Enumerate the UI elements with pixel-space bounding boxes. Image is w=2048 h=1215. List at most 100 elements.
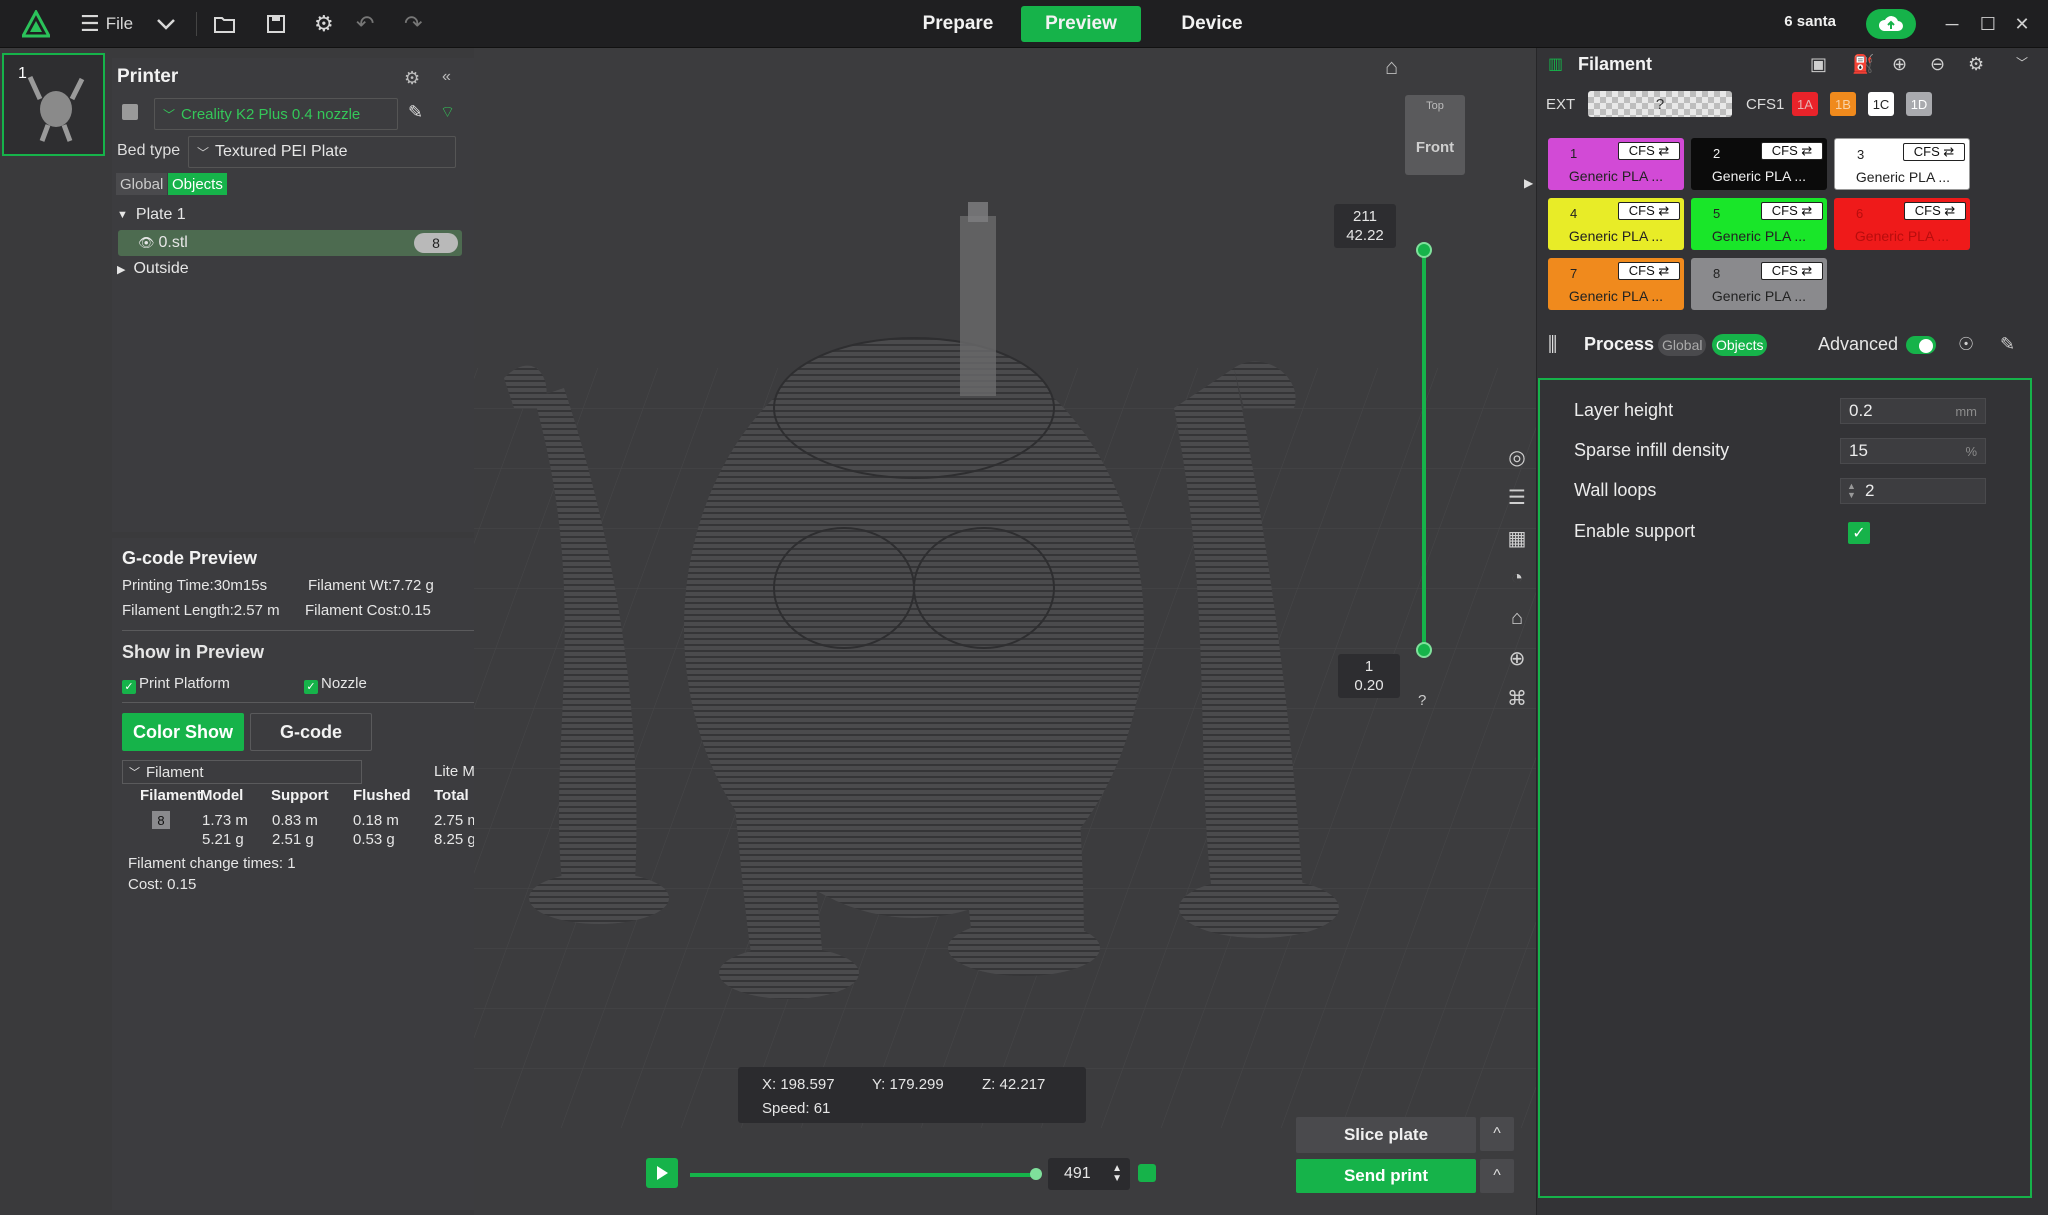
move-number-input[interactable]: 491 ▲ ▼ bbox=[1048, 1158, 1130, 1190]
user-name[interactable]: 6 santa bbox=[1784, 13, 1836, 30]
stepper-arrows-icon[interactable]: ▲ ▼ bbox=[1847, 482, 1856, 500]
filament-card[interactable]: 3 CFS ⇄ Generic PLA ... bbox=[1834, 138, 1970, 190]
filament-material[interactable]: Generic PLA ... bbox=[1691, 168, 1827, 184]
send-options-button[interactable]: ^ bbox=[1480, 1159, 1514, 1193]
home-icon[interactable]: ⌂ bbox=[1385, 54, 1398, 80]
object-filament-badge[interactable]: 8 bbox=[414, 233, 458, 253]
menu-dropdown-chevron-icon[interactable] bbox=[156, 10, 176, 38]
cfs-tag[interactable]: CFS ⇄ bbox=[1904, 202, 1966, 220]
layer-slider-track[interactable] bbox=[1422, 250, 1426, 650]
tab-preview[interactable]: Preview bbox=[1021, 6, 1141, 42]
filament-material[interactable]: Generic PLA ... bbox=[1548, 228, 1684, 244]
minimize-icon[interactable]: ─ bbox=[1940, 12, 1964, 36]
filament-card[interactable]: 8 CFS ⇄ Generic PLA ... bbox=[1691, 258, 1827, 310]
menu-button[interactable]: ☰ File bbox=[80, 10, 133, 38]
support-paint-icon[interactable]: ⌂ bbox=[1505, 606, 1529, 630]
view-cube-front-face[interactable]: Front bbox=[1405, 139, 1465, 156]
layer-height-input[interactable]: 0.2 mm bbox=[1840, 398, 1986, 424]
wall-loops-input[interactable]: ▲ ▼ 2 bbox=[1840, 478, 1986, 504]
nozzle-checkbox[interactable]: ✓ Nozzle bbox=[304, 675, 367, 694]
slice-plate-button[interactable]: Slice plate bbox=[1296, 1117, 1476, 1153]
cfs-tag[interactable]: CFS ⇄ bbox=[1618, 202, 1680, 220]
undo-icon[interactable]: ↶ bbox=[356, 10, 374, 38]
play-button[interactable] bbox=[646, 1158, 678, 1188]
tree-plate-row[interactable]: ▼ Plate 1 bbox=[117, 202, 186, 228]
collapse-panel-icon[interactable]: « bbox=[442, 68, 451, 86]
process-toggle-objects[interactable]: Objects bbox=[1712, 334, 1768, 356]
stepper-arrows-icon[interactable]: ▲ ▼ bbox=[1112, 1164, 1122, 1184]
printer-select[interactable]: ﹀ Creality K2 Plus 0.4 nozzle bbox=[154, 98, 398, 130]
cfs-slot-1c[interactable]: 1C bbox=[1868, 92, 1894, 116]
view-type-select[interactable]: ﹀ Filament bbox=[122, 760, 362, 784]
layers-stack-icon[interactable] bbox=[1138, 1164, 1156, 1182]
nozzle-icon[interactable]: ⛽ bbox=[1852, 54, 1874, 75]
settings-gear-icon[interactable]: ⚙ bbox=[314, 10, 334, 38]
cloud-upload-button[interactable] bbox=[1866, 9, 1916, 39]
filament-card[interactable]: 1 CFS ⇄ Generic PLA ... bbox=[1548, 138, 1684, 190]
cfs-tag[interactable]: CFS ⇄ bbox=[1618, 142, 1680, 160]
open-folder-icon[interactable] bbox=[214, 10, 236, 38]
measure-icon[interactable]: ⊕ bbox=[1505, 646, 1529, 670]
cfs-tag[interactable]: CFS ⇄ bbox=[1618, 262, 1680, 280]
sparse-infill-input[interactable]: 15 % bbox=[1840, 438, 1986, 464]
cfs-slot-1d[interactable]: 1D bbox=[1906, 92, 1932, 116]
add-filament-icon[interactable]: ⊕ bbox=[1892, 54, 1907, 75]
view-option-icon[interactable]: ◎ bbox=[1505, 445, 1529, 469]
filament-card[interactable]: 7 CFS ⇄ Generic PLA ... bbox=[1548, 258, 1684, 310]
collapse-chevron-icon[interactable]: ﹀ bbox=[2016, 54, 2028, 71]
expand-right-panel-icon[interactable]: ▶ bbox=[1524, 176, 1533, 190]
toggle-objects[interactable]: Objects bbox=[168, 173, 227, 195]
redo-icon[interactable]: ↷ bbox=[404, 10, 422, 38]
layer-slider-top-handle[interactable] bbox=[1416, 242, 1432, 258]
filament-material[interactable]: Generic PLA ... bbox=[1835, 169, 1971, 185]
arrange-icon[interactable]: ▦ bbox=[1505, 526, 1529, 550]
send-print-button[interactable]: Send print bbox=[1296, 1159, 1476, 1193]
cfs-slot-1b[interactable]: 1B bbox=[1830, 92, 1856, 116]
view-cube[interactable]: Top Front bbox=[1405, 95, 1465, 175]
maximize-icon[interactable]: ☐ bbox=[1976, 12, 2000, 36]
ext-filament-swatch[interactable]: ? bbox=[1588, 91, 1732, 117]
cfs-tag[interactable]: CFS ⇄ bbox=[1761, 142, 1823, 160]
cfs-tag[interactable]: CFS ⇄ bbox=[1761, 262, 1823, 280]
filament-material[interactable]: Generic PLA ... bbox=[1691, 228, 1827, 244]
color-show-button[interactable]: Color Show bbox=[122, 713, 244, 751]
filament-material[interactable]: Generic PLA ... bbox=[1548, 288, 1684, 304]
eye-icon[interactable]: 👁 bbox=[138, 235, 155, 251]
bed-type-select[interactable]: ﹀ Textured PEI Plate bbox=[188, 136, 456, 168]
help-button[interactable]: ? bbox=[1418, 692, 1426, 709]
filament-card[interactable]: 5 CFS ⇄ Generic PLA ... bbox=[1691, 198, 1827, 250]
filament-card[interactable]: 2 CFS ⇄ Generic PLA ... bbox=[1691, 138, 1827, 190]
tab-device[interactable]: Device bbox=[1160, 6, 1264, 42]
slice-options-button[interactable]: ^ bbox=[1480, 1117, 1514, 1151]
enable-support-checkbox[interactable]: ✓ bbox=[1848, 522, 1870, 544]
toggle-global[interactable]: Global bbox=[116, 173, 168, 195]
remove-filament-icon[interactable]: ⊖ bbox=[1930, 54, 1945, 75]
gcode-button[interactable]: G-code bbox=[250, 713, 372, 751]
advanced-toggle[interactable] bbox=[1906, 336, 1936, 354]
speed-icon[interactable]: ◔ bbox=[1505, 566, 1529, 590]
filament-material[interactable]: Generic PLA ... bbox=[1691, 288, 1827, 304]
filament-material[interactable]: Generic PLA ... bbox=[1548, 168, 1684, 184]
print-platform-checkbox[interactable]: ✓ Print Platform bbox=[122, 675, 230, 694]
compare-icon[interactable]: ☉ bbox=[1958, 334, 1974, 355]
view-cube-top-face[interactable]: Top bbox=[1405, 100, 1465, 112]
tree-outside-row[interactable]: ▶ Outside bbox=[117, 256, 189, 282]
move-slider-handle[interactable] bbox=[1030, 1168, 1042, 1180]
edit-process-icon[interactable]: ✎ bbox=[2000, 334, 2015, 355]
filament-material[interactable]: Generic PLA ... bbox=[1834, 228, 1970, 244]
filament-card[interactable]: 4 CFS ⇄ Generic PLA ... bbox=[1548, 198, 1684, 250]
cfs-tag[interactable]: CFS ⇄ bbox=[1903, 143, 1965, 161]
close-icon[interactable]: ✕ bbox=[2010, 12, 2034, 36]
layer-slider-bottom-handle[interactable] bbox=[1416, 642, 1432, 658]
sync-cfs-icon[interactable]: ▣ bbox=[1810, 54, 1827, 75]
edit-pencil-icon[interactable]: ✎ bbox=[408, 102, 423, 123]
filament-card[interactable]: 6 CFS ⇄ Generic PLA ... bbox=[1834, 198, 1970, 250]
filament-settings-gear-icon[interactable]: ⚙ bbox=[1968, 54, 1984, 75]
save-icon[interactable] bbox=[266, 10, 286, 38]
layers-icon[interactable]: ☰ bbox=[1505, 485, 1529, 509]
cfs-slot-1a[interactable]: 1A bbox=[1792, 92, 1818, 116]
printer-settings-gear-icon[interactable]: ⚙ bbox=[404, 68, 420, 89]
move-slider-track[interactable] bbox=[690, 1173, 1036, 1177]
plate-thumbnail[interactable]: 1 bbox=[2, 53, 105, 156]
command-icon[interactable]: ⌘ bbox=[1505, 686, 1529, 710]
